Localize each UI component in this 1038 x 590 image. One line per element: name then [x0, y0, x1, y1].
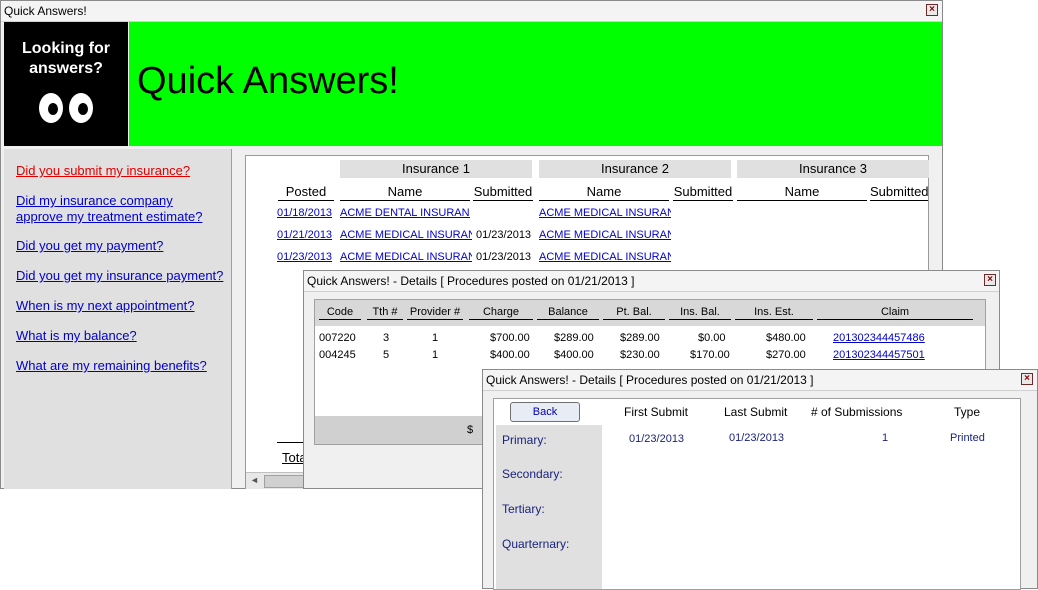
label-tertiary: Tertiary: [502, 502, 545, 516]
questions-sidebar: Did you submit my insurance? Did my insu… [4, 149, 232, 489]
row-ins2[interactable]: ACME MEDICAL INSURANCE [539, 250, 671, 264]
logo: Looking for answers? [4, 22, 128, 146]
primary-type: Printed [950, 432, 985, 444]
col-balance: Balance [537, 306, 599, 320]
logo-text: Looking for answers? [4, 39, 128, 79]
back-button[interactable]: Back [510, 402, 580, 422]
horizontal-scrollbar[interactable]: ◄ [246, 472, 306, 489]
insurance-level-column: Primary: Secondary: Tertiary: Quarternar… [496, 425, 602, 589]
col-name-1: Name [340, 184, 470, 201]
cell-ins-bal: $170.00 [690, 349, 730, 361]
details2-titlebar: Quick Answers! - Details [ Procedures po… [483, 370, 1037, 391]
col-type: Type [954, 405, 981, 419]
col-provider: Provider # [407, 306, 463, 320]
logo-line1: Looking for [22, 40, 110, 57]
banner: Quick Answers! [129, 22, 942, 146]
eye-right-icon [69, 93, 93, 123]
procedures-header: Code Tth # Provider # Charge Balance Pt.… [315, 300, 985, 326]
cell-ins-bal: $0.00 [698, 332, 726, 344]
row-ins2[interactable]: ACME MEDICAL INSURANCE [539, 228, 671, 242]
cell-tooth: 3 [383, 332, 390, 344]
question-insurance-submitted[interactable]: Did you submit my insurance? [16, 163, 190, 179]
row-posted[interactable]: 01/18/2013 [277, 206, 337, 220]
question-estimate-approved-2[interactable]: approve my treatment estimate? [16, 209, 202, 225]
row-ins1[interactable]: ACME DENTAL INSURANCE [340, 206, 470, 220]
cell-pt-bal: $289.00 [620, 332, 660, 344]
submissions-panel: Back First Submit Last Submit # of Submi… [493, 398, 1021, 590]
scroll-left-icon[interactable]: ◄ [250, 475, 259, 485]
primary-first-submit: 01/23/2013 [629, 433, 685, 445]
row-posted[interactable]: 01/21/2013 [277, 228, 337, 242]
label-primary: Primary: [502, 433, 547, 447]
col-ins-bal: Ins. Bal. [669, 306, 731, 320]
question-payment[interactable]: Did you get my payment? [16, 238, 163, 254]
label-secondary: Secondary: [502, 467, 563, 481]
details-window-2: Quick Answers! - Details [ Procedures po… [482, 369, 1038, 590]
cell-claim[interactable]: 201302344457501 [833, 348, 925, 362]
col-posted: Posted [278, 184, 334, 201]
col-pt-bal: Pt. Bal. [603, 306, 665, 320]
col-name-2: Name [539, 184, 669, 201]
details1-titlebar: Quick Answers! - Details [ Procedures po… [304, 271, 999, 292]
cell-tooth: 5 [383, 349, 390, 361]
cell-code: 004245 [319, 349, 356, 361]
primary-last-submit: 01/23/2013 [729, 432, 785, 444]
cell-charge: $700.00 [490, 332, 530, 344]
col-charge: Charge [469, 306, 533, 320]
cell-balance: $400.00 [554, 349, 594, 361]
group-insurance-2: Insurance 2 [539, 160, 731, 178]
question-insurance-payment[interactable]: Did you get my insurance payment? [16, 268, 223, 284]
row-ins2[interactable]: ACME MEDICAL INSURANCE [539, 206, 671, 220]
col-tooth: Tth # [367, 306, 403, 320]
main-titlebar: Quick Answers! × [1, 1, 942, 22]
close-icon[interactable]: × [926, 4, 938, 16]
col-ins-est: Ins. Est. [735, 306, 813, 320]
question-balance[interactable]: What is my balance? [16, 328, 137, 344]
question-remaining-benefits[interactable]: What are my remaining benefits? [16, 358, 207, 374]
banner-title: Quick Answers! [137, 60, 399, 102]
cell-ins-est: $480.00 [766, 332, 806, 344]
label-quarternary: Quarternary: [502, 537, 570, 551]
cell-balance: $289.00 [554, 332, 594, 344]
primary-submission-count: 1 [882, 432, 889, 444]
col-submitted-3: Submitted [870, 184, 929, 201]
cell-pt-bal: $230.00 [620, 349, 660, 361]
close-icon[interactable]: × [1021, 373, 1033, 385]
details1-title: Quick Answers! - Details [ Procedures po… [307, 274, 635, 288]
col-name-3: Name [737, 184, 867, 201]
cell-provider: 1 [432, 332, 439, 344]
group-insurance-1: Insurance 1 [340, 160, 532, 178]
col-submitted-1: Submitted [473, 184, 533, 201]
question-next-appointment[interactable]: When is my next appointment? [16, 298, 194, 314]
row-ins1[interactable]: ACME MEDICAL INSURANCE [340, 250, 472, 264]
logo-line2: answers? [29, 60, 103, 77]
group-insurance-3: Insurance 3 [737, 160, 929, 178]
cell-provider: 1 [432, 349, 439, 361]
col-first-submit: First Submit [624, 405, 689, 419]
row-ins1[interactable]: ACME MEDICAL INSURANCE [340, 228, 472, 242]
cell-charge: $400.00 [490, 349, 530, 361]
details2-title: Quick Answers! - Details [ Procedures po… [486, 373, 814, 387]
close-icon[interactable]: × [984, 274, 996, 286]
col-claim: Claim [817, 306, 973, 320]
row-sub1: 01/23/2013 [476, 229, 532, 241]
cell-ins-est: $270.00 [766, 349, 806, 361]
cell-code: 007220 [319, 332, 356, 344]
col-submission-count: # of Submissions [811, 405, 903, 419]
cell-claim[interactable]: 201302344457486 [833, 331, 925, 345]
footer-fragment: $ [467, 424, 474, 436]
question-estimate-approved-1[interactable]: Did my insurance company [16, 193, 173, 209]
col-last-submit: Last Submit [724, 405, 788, 419]
col-code: Code [319, 306, 361, 320]
col-submitted-2: Submitted [673, 184, 733, 201]
row-posted[interactable]: 01/23/2013 [277, 250, 337, 264]
row-sub1: 01/23/2013 [476, 251, 532, 263]
main-title: Quick Answers! [4, 4, 87, 18]
eye-left-icon [39, 93, 63, 123]
scroll-thumb[interactable] [264, 475, 306, 488]
